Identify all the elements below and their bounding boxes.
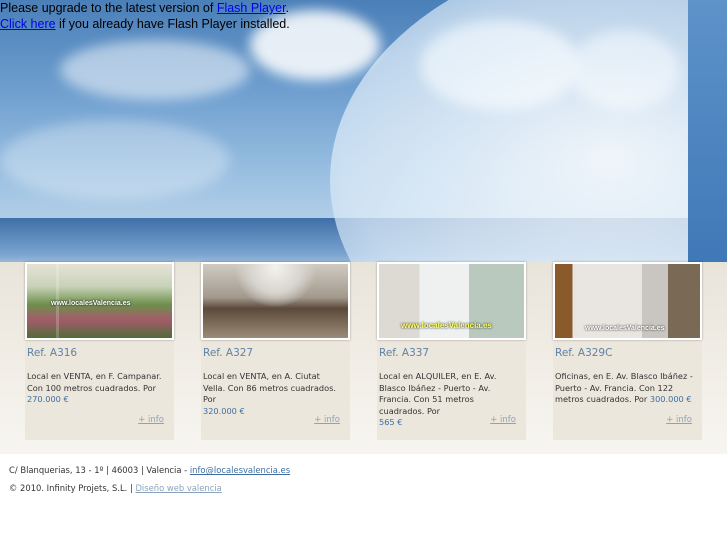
footer-copyright: © 2010. Infinity Projets, S.L. | Diseño … bbox=[9, 483, 222, 493]
click-here-link[interactable]: Click here bbox=[0, 17, 56, 31]
footer-email-link[interactable]: info@localesvalencia.es bbox=[190, 465, 290, 475]
listing-description-text: Local en ALQUILER, en E. Av. Blasco Ibáñ… bbox=[379, 371, 497, 416]
listing-price: 320.000 € bbox=[203, 405, 245, 416]
more-info-link[interactable]: + info bbox=[138, 415, 164, 425]
header-sky-banner bbox=[0, 0, 727, 262]
cloud-shape bbox=[0, 120, 230, 200]
listing-description-text: Local en VENTA, en A. Ciutat Vella. Con … bbox=[203, 371, 336, 405]
flash-upgrade-notice: Please upgrade to the latest version of … bbox=[0, 0, 290, 32]
flower-shop-photo[interactable]: www.localesValencia.es bbox=[25, 262, 174, 340]
listing-description: Local en VENTA, en A. Ciutat Vella. Con … bbox=[203, 371, 343, 417]
listing-price: 300.000 € bbox=[649, 394, 692, 405]
empty-room-photo[interactable] bbox=[201, 262, 350, 340]
footer-credit-link[interactable]: Diseño web valencia bbox=[135, 483, 221, 493]
listing-description-text: Local en VENTA, en F. Campanar. Con 100 … bbox=[27, 371, 162, 393]
photo-watermark: www.localesValencia.es bbox=[51, 300, 131, 307]
flash-player-link[interactable]: Flash Player bbox=[217, 1, 286, 15]
listing-price: 565 € bbox=[379, 417, 403, 428]
flash-notice-line2: Click here if you already have Flash Pla… bbox=[0, 16, 290, 32]
listing-card[interactable]: Ref. A327 Local en VENTA, en A. Ciutat V… bbox=[201, 262, 350, 440]
cloud-shape bbox=[60, 40, 250, 100]
flash-notice-period: . bbox=[285, 1, 290, 15]
listing-price: 270.000 € bbox=[27, 394, 69, 405]
footer-address-text: C/ Blanquerias, 13 - 1º | 46003 | Valenc… bbox=[9, 465, 190, 475]
flash-notice-text-2: if you already have Flash Player install… bbox=[55, 17, 290, 31]
footer-copyright-text: © 2010. Infinity Projets, S.L. | bbox=[9, 483, 136, 493]
more-info-link[interactable]: + info bbox=[314, 415, 340, 425]
photo-watermark: www.localesValencia.es bbox=[585, 325, 665, 332]
right-edge-band bbox=[688, 0, 727, 262]
listing-card[interactable]: www.localesValencia.es Ref. A329C Oficin… bbox=[553, 262, 702, 440]
listing-description: Local en VENTA, en F. Campanar. Con 100 … bbox=[27, 371, 167, 406]
office-photo[interactable]: www.localesValencia.es bbox=[553, 262, 702, 340]
listing-ref[interactable]: Ref. A329C bbox=[555, 347, 612, 359]
listing-ref[interactable]: Ref. A316 bbox=[27, 347, 77, 359]
listing-ref[interactable]: Ref. A337 bbox=[379, 347, 429, 359]
footer-address: C/ Blanquerias, 13 - 1º | 46003 | Valenc… bbox=[9, 465, 290, 475]
listing-card[interactable]: www.localesValencia.es Ref. A337 Local e… bbox=[377, 262, 526, 440]
listing-description: Oficinas, en E. Av. Blasco Ibáñez - Puer… bbox=[555, 371, 695, 406]
more-info-link[interactable]: + info bbox=[666, 415, 692, 425]
listing-ref[interactable]: Ref. A327 bbox=[203, 347, 253, 359]
light-arc-decoration bbox=[330, 0, 727, 262]
listing-card[interactable]: www.localesValencia.es Ref. A316 Local e… bbox=[25, 262, 174, 440]
photo-watermark: www.localesValencia.es bbox=[401, 321, 492, 330]
more-info-link[interactable]: + info bbox=[490, 415, 516, 425]
flash-notice-line1: Please upgrade to the latest version of … bbox=[0, 0, 290, 16]
storefront-photo[interactable]: www.localesValencia.es bbox=[377, 262, 526, 340]
flash-notice-text: Please upgrade to the latest version of bbox=[0, 1, 217, 15]
